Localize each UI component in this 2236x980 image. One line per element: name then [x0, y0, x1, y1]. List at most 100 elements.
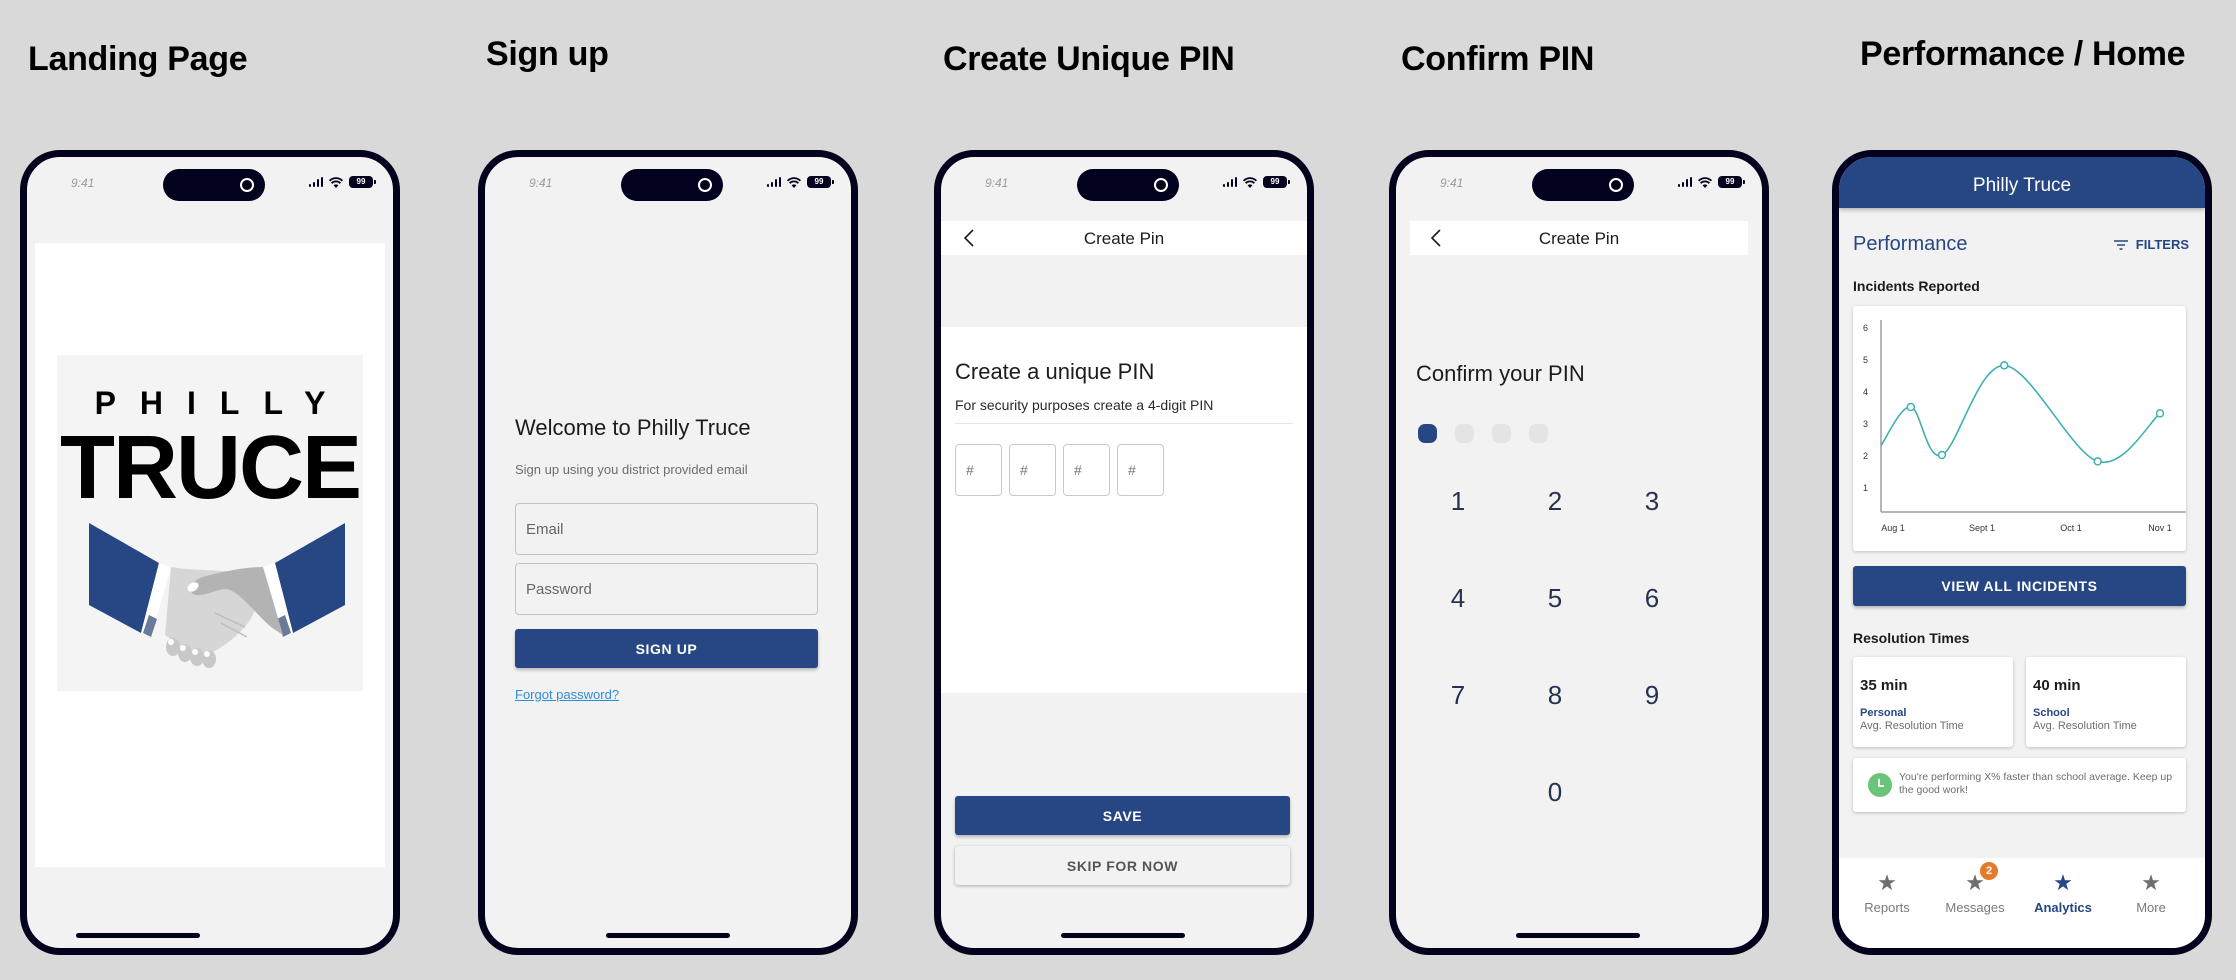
- battery-icon: 99: [349, 176, 376, 188]
- forgot-password-link[interactable]: Forgot password?: [515, 687, 619, 702]
- phone-home: Philly Truce Performance FILTERS Inciden…: [1832, 150, 2212, 955]
- x-tick-label: Aug 1: [1881, 523, 1905, 533]
- philly-truce-logo: PHILLY TRUCE: [57, 355, 363, 691]
- stat-sublabel: Avg. Resolution Time: [1860, 720, 1964, 732]
- keypad-key-1[interactable]: 1: [1428, 471, 1488, 531]
- series-line: [1880, 364, 2161, 464]
- screen-title-signup: Sign up: [486, 35, 609, 73]
- performance-heading: Performance: [1853, 233, 1968, 255]
- signup-button[interactable]: SIGN UP: [515, 629, 818, 668]
- filters-button[interactable]: FILTERS: [2113, 237, 2189, 252]
- skip-button[interactable]: SKIP FOR NOW: [955, 846, 1290, 885]
- star-icon: ★: [2053, 870, 2073, 895]
- x-tick-label: Nov 1: [2148, 523, 2172, 533]
- status-bar: 9:41 99: [485, 157, 851, 205]
- status-time: 9:41: [71, 176, 95, 190]
- dynamic-island: [163, 169, 265, 201]
- signal-icon: [1222, 177, 1237, 187]
- dynamic-island: [621, 169, 723, 201]
- screen-title-landing: Landing Page: [28, 40, 248, 78]
- status-bar: 9:41 99: [941, 157, 1307, 205]
- logo-text-philly: PHILLY: [94, 385, 350, 421]
- incidents-chart: 1 2 3 4 5 6 Aug 1 Sept 1 Oct 1 Nov 1: [1853, 306, 2186, 551]
- wifi-icon: [1698, 176, 1712, 188]
- home-indicator: [606, 933, 730, 938]
- tab-reports[interactable]: ★ Reports: [1843, 870, 1931, 916]
- data-point: [2155, 409, 2165, 418]
- tab-messages[interactable]: ★ 2 Messages: [1931, 862, 2019, 915]
- pin-dot: [1492, 424, 1511, 443]
- pin-dot: [1418, 424, 1437, 443]
- data-point: [1906, 402, 1916, 412]
- pin-digit-1[interactable]: [955, 444, 1002, 496]
- performance-info-card: You're performing X% faster than school …: [1853, 758, 2186, 812]
- tab-label: More: [2136, 900, 2166, 915]
- nav-title: Create Pin: [1083, 229, 1165, 248]
- pin-dot: [1529, 424, 1548, 443]
- battery-icon: 99: [1263, 176, 1290, 188]
- dynamic-island: [1077, 169, 1179, 201]
- phone-landing: 9:41 99 PHILLY TRUCE: [20, 150, 400, 955]
- keypad-key-9[interactable]: 9: [1622, 665, 1682, 725]
- stat-label: Personal: [1860, 707, 1907, 719]
- password-field[interactable]: [515, 563, 818, 615]
- keypad-key-3[interactable]: 3: [1622, 471, 1682, 531]
- pin-digit-3[interactable]: [1063, 444, 1110, 496]
- status-time: 9:41: [1440, 176, 1464, 190]
- keypad-key-7[interactable]: 7: [1428, 665, 1488, 725]
- logo-text-truce: TRUCE: [60, 418, 362, 518]
- tab-label: Reports: [1864, 900, 1910, 915]
- battery-icon: 99: [1718, 176, 1745, 188]
- stat-sublabel: Avg. Resolution Time: [2033, 720, 2137, 732]
- keypad-key-6[interactable]: 6: [1622, 568, 1682, 628]
- view-all-incidents-button[interactable]: VIEW ALL INCIDENTS: [1853, 566, 2186, 606]
- screen-title-confirm-pin: Confirm PIN: [1401, 40, 1595, 78]
- keypad-key-4[interactable]: 4: [1428, 568, 1488, 628]
- filter-icon: [2113, 239, 2128, 250]
- keypad-key-8[interactable]: 8: [1525, 665, 1585, 725]
- camera-icon: [1609, 178, 1623, 192]
- pin-card: Create a unique PIN For security purpose…: [941, 327, 1307, 693]
- home-indicator: [1516, 933, 1640, 938]
- app-header: Philly Truce: [1839, 157, 2205, 208]
- keypad-key-5[interactable]: 5: [1525, 568, 1585, 628]
- bottom-tab-bar: ★ Reports ★ 2 Messages ★ Analytics ★ Mor…: [1839, 858, 2205, 948]
- email-field[interactable]: [515, 503, 818, 555]
- keypad-key-0[interactable]: 0: [1525, 762, 1585, 822]
- signal-icon: [1677, 177, 1692, 187]
- y-tick-label: 5: [1863, 355, 1868, 365]
- resolution-times-label: Resolution Times: [1853, 630, 1970, 646]
- star-icon: ★: [2141, 870, 2161, 895]
- info-text: You're performing X% faster than school …: [1899, 771, 2173, 796]
- screen-title-home: Performance / Home: [1860, 35, 2186, 73]
- star-icon: ★: [1877, 870, 1897, 895]
- wifi-icon: [329, 176, 343, 188]
- phone-signup: 9:41 99 Welcome to Philly Truce Sign up …: [478, 150, 858, 955]
- incidents-line-chart: 1 2 3 4 5 6 Aug 1 Sept 1 Oct 1 Nov 1: [1863, 320, 2186, 533]
- tab-more[interactable]: ★ More: [2107, 870, 2195, 916]
- landing-content: PHILLY TRUCE: [35, 243, 385, 867]
- signal-icon: [766, 177, 781, 187]
- wifi-icon: [787, 176, 801, 188]
- data-point: [2000, 361, 2009, 370]
- stat-label: School: [2033, 707, 2070, 719]
- data-point: [1937, 450, 1947, 460]
- keypad-key-2[interactable]: 2: [1525, 471, 1585, 531]
- pin-heading: Create a unique PIN: [955, 359, 1155, 384]
- stat-card-personal: 35 min Personal Avg. Resolution Time: [1853, 657, 2013, 747]
- notification-badge: 2: [1980, 862, 1998, 880]
- stat-value: 40 min: [2033, 677, 2081, 694]
- home-indicator: [1061, 933, 1185, 938]
- tab-analytics[interactable]: ★ Analytics: [2019, 870, 2107, 916]
- status-time: 9:41: [529, 176, 553, 190]
- nav-bar: Create Pin: [1410, 221, 1748, 255]
- divider: [955, 423, 1293, 424]
- home-indicator: [76, 933, 200, 938]
- camera-icon: [240, 178, 254, 192]
- status-bar: 9:41 99: [1396, 157, 1762, 205]
- x-tick-label: Oct 1: [2060, 523, 2082, 533]
- incidents-label: Incidents Reported: [1853, 278, 1980, 294]
- save-button[interactable]: SAVE: [955, 796, 1290, 835]
- pin-digit-4[interactable]: [1117, 444, 1164, 496]
- pin-digit-2[interactable]: [1009, 444, 1056, 496]
